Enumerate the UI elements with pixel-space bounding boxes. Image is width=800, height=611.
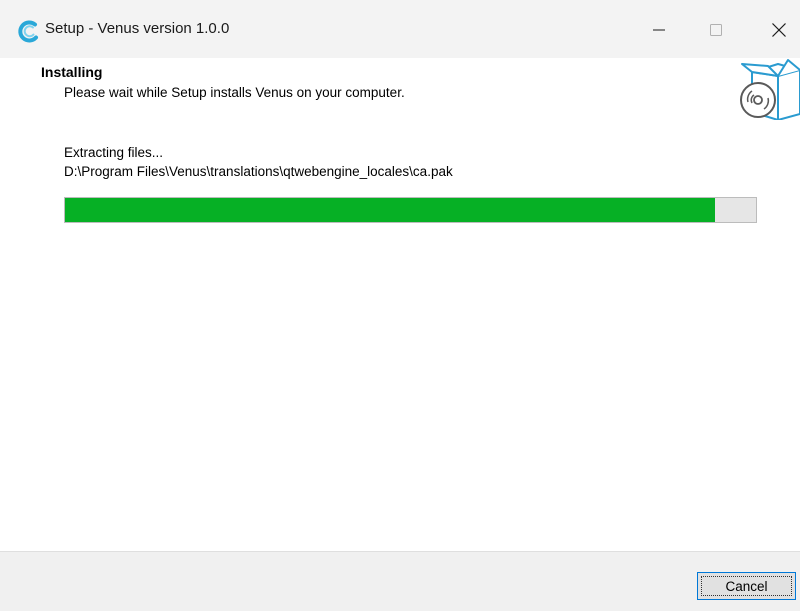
minimize-button[interactable] — [636, 10, 682, 50]
progress-fill — [65, 198, 715, 222]
cancel-button[interactable]: Cancel — [697, 572, 796, 600]
current-file-path: D:\Program Files\Venus\translations\qtwe… — [64, 164, 453, 179]
close-button[interactable] — [756, 10, 800, 50]
setup-box-disc-icon — [738, 58, 800, 121]
maximize-button[interactable] — [693, 10, 739, 50]
wizard-footer: Cancel — [0, 551, 800, 611]
install-progress-bar — [64, 197, 757, 223]
title-bar: Setup - Venus version 1.0.0 — [0, 0, 800, 58]
close-icon — [772, 23, 786, 37]
window-title: Setup - Venus version 1.0.0 — [45, 20, 230, 37]
focus-ring — [701, 576, 792, 596]
venus-app-icon — [16, 19, 40, 43]
wizard-page: Installing Please wait while Setup insta… — [0, 58, 800, 551]
page-heading: Installing — [41, 64, 103, 80]
status-text: Extracting files... — [64, 145, 164, 160]
maximize-icon — [710, 24, 722, 36]
minimize-icon — [653, 24, 665, 36]
page-subheading: Please wait while Setup installs Venus o… — [64, 85, 405, 100]
